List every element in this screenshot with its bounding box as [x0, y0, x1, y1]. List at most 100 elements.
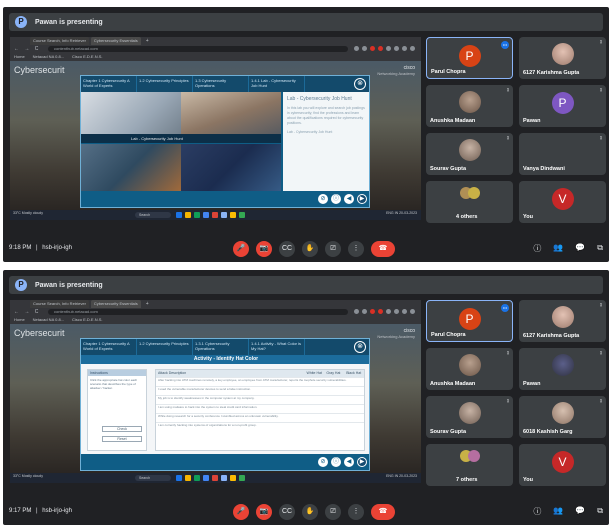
leave-call-icon[interactable]: ☎: [371, 504, 395, 520]
activities-icon[interactable]: ⧉: [597, 243, 603, 254]
participant-tile[interactable]: P ••• Parul Chopra: [426, 300, 513, 342]
accessibility-icon[interactable]: ⊘: [318, 457, 328, 467]
taskbar-search[interactable]: Search: [135, 475, 171, 481]
bookmark-item[interactable]: Netacad NA 0.8...: [33, 317, 64, 323]
table-row[interactable]: I used the vulnerable manufacturer devic…: [156, 386, 364, 395]
present-icon[interactable]: ⎚: [325, 241, 341, 257]
mic-off-icon[interactable]: 🎤: [233, 241, 249, 257]
participant-tile[interactable]: ᵡ Sourav Gupta: [426, 133, 513, 175]
bookmark-item[interactable]: Cisco E.D.E.N.S.: [72, 54, 102, 60]
chapter-nav-item[interactable]: 1.2 Cybersecurity Principles: [137, 76, 193, 92]
chat-icon[interactable]: 💬: [575, 506, 585, 517]
taskbar-app-icons[interactable]: [176, 212, 245, 218]
captions-icon[interactable]: CC: [279, 504, 295, 520]
chapter-nav-item[interactable]: 1.4.1 Activity - What Color is My Hat?: [249, 339, 305, 355]
bookmark-item[interactable]: Home: [14, 317, 25, 323]
browser-tab[interactable]: Course Search, Info Retriever: [30, 37, 89, 45]
participant-tile[interactable]: ᵡ Pawan: [519, 348, 606, 390]
leave-call-icon[interactable]: ☎: [371, 241, 395, 257]
camera-off-icon[interactable]: 📷: [256, 504, 272, 520]
self-tile[interactable]: V You: [519, 181, 606, 223]
more-options-icon[interactable]: ⋮: [348, 241, 364, 257]
participant-tile[interactable]: ᵡ 6127 Karishma Gupta: [519, 300, 606, 342]
prev-icon[interactable]: ◀: [344, 194, 354, 204]
table-row[interactable]: While doing research for a security conf…: [156, 413, 364, 422]
close-icon[interactable]: ⊗: [354, 78, 366, 90]
taskbar-app-icons[interactable]: [176, 475, 245, 481]
captions-icon[interactable]: CC: [279, 241, 295, 257]
participant-tile[interactable]: P ••• Parul Chopra: [426, 37, 513, 79]
others-tile[interactable]: 7 others: [426, 444, 513, 486]
participant-tile[interactable]: ᵡ 6018 Kashish Garg: [519, 396, 606, 438]
browser-nav-icons[interactable]: ← → C: [14, 46, 40, 52]
instructions-panel: Instructions Click the appropriate hat c…: [87, 369, 147, 451]
browser-tab[interactable]: Course Search, Info Retriever: [30, 300, 89, 308]
extension-icons[interactable]: [354, 309, 415, 314]
table-row[interactable]: After hacking into ATM machines remotely…: [156, 377, 364, 386]
shared-screen: Course Search, Info Retriever Cybersecur…: [10, 37, 421, 220]
accessibility-icon[interactable]: ⊘: [318, 194, 328, 204]
chapter-nav-item[interactable]: 1.3.1 Cybersecurity Operations: [193, 339, 249, 355]
raise-hand-icon[interactable]: ✋: [302, 241, 318, 257]
more-options-icon[interactable]: ⋮: [348, 504, 364, 520]
info-icon[interactable]: ⓘ: [331, 194, 341, 204]
table-row[interactable]: I am currently hacking into systems of o…: [156, 422, 364, 431]
participant-tile[interactable]: ᵡ Anushka Madaan: [426, 85, 513, 127]
next-icon[interactable]: ▶: [357, 457, 367, 467]
participant-tile[interactable]: ᵡ Sourav Gupta: [426, 396, 513, 438]
address-bar[interactable]: contenthub.netacad.com: [48, 46, 348, 52]
next-icon[interactable]: ▶: [357, 194, 367, 204]
mic-off-icon: ᵡ: [506, 136, 509, 142]
browser-tab-active[interactable]: Cybersecurity Essentials: [90, 300, 141, 308]
reset-button[interactable]: Reset: [102, 436, 142, 442]
people-icon[interactable]: 👥: [553, 243, 563, 254]
bookmark-item[interactable]: Cisco E.D.E.N.S.: [72, 317, 102, 323]
activities-icon[interactable]: ⧉: [597, 506, 603, 517]
chapter-nav-item[interactable]: Chapter 1 Cybersecurity A World of Exper…: [81, 339, 137, 355]
new-tab-button[interactable]: +: [143, 300, 149, 308]
bookmarks-bar: Home Netacad NA 0.8... Cisco E.D.E.N.S.: [14, 54, 102, 60]
presenting-banner: P Pawan is presenting: [9, 276, 603, 294]
raise-hand-icon[interactable]: ✋: [302, 504, 318, 520]
new-tab-button[interactable]: +: [143, 37, 149, 45]
weather-widget[interactable]: 33°C Mostly cloudy: [13, 211, 43, 215]
chapter-nav-item[interactable]: 1.3 Cybersecurity Operations: [193, 76, 249, 92]
bookmark-item[interactable]: Home: [14, 54, 25, 60]
system-tray[interactable]: ENG IN 20-03-2023: [386, 211, 417, 215]
camera-off-icon[interactable]: 📷: [256, 241, 272, 257]
address-bar[interactable]: contenthub.netacad.com: [48, 309, 348, 315]
extension-icons[interactable]: [354, 46, 415, 51]
system-tray[interactable]: ENG IN 20-03-2023: [386, 474, 417, 478]
table-row[interactable]: My job is to identify weaknesses in the …: [156, 395, 364, 404]
participant-tile[interactable]: ᵡ Vanya Dindwani: [519, 133, 606, 175]
mic-off-icon[interactable]: 🎤: [233, 504, 249, 520]
participant-name: Parul Chopra: [431, 332, 466, 338]
prev-icon[interactable]: ◀: [344, 457, 354, 467]
weather-widget[interactable]: 33°C Mostly cloudy: [13, 474, 43, 478]
close-icon[interactable]: ⊗: [354, 341, 366, 353]
participant-tile[interactable]: ᵡ 6127 Karishma Gupta: [519, 37, 606, 79]
chapter-nav: Chapter 1 Cybersecurity A World of Exper…: [81, 76, 369, 92]
chat-icon[interactable]: 💬: [575, 243, 585, 254]
bookmark-item[interactable]: Netacad NA 0.8...: [33, 54, 64, 60]
people-icon[interactable]: 👥: [553, 506, 563, 517]
browser-nav-icons[interactable]: ← → C: [14, 309, 40, 315]
lab-link[interactable]: Lab - Cybersecurity Job Hunt: [287, 130, 367, 135]
chapter-nav-item[interactable]: Chapter 1 Cybersecurity A World of Exper…: [81, 76, 137, 92]
present-icon[interactable]: ⎚: [325, 504, 341, 520]
info-icon[interactable]: ⓘ: [331, 457, 341, 467]
meet-window-2: P Pawan is presenting Course Search, Inf…: [3, 270, 609, 525]
table-row[interactable]: I am using malware to hack into the syst…: [156, 404, 364, 413]
browser-tab-active[interactable]: Cybersecurity Essentials: [90, 37, 141, 45]
self-tile[interactable]: V You: [519, 444, 606, 486]
meeting-details-icon[interactable]: ⓘ: [533, 243, 541, 254]
participant-tile[interactable]: P ᵡ Pawan: [519, 85, 606, 127]
check-button[interactable]: Check: [102, 426, 142, 432]
chapter-nav-item[interactable]: 1.2 Cybersecurity Principles: [137, 339, 193, 355]
chapter-nav-item[interactable]: 1.4.1 Lab - Cybersecurity Job Hunt: [249, 76, 305, 92]
avatar: P: [458, 45, 481, 67]
others-tile[interactable]: 4 others: [426, 181, 513, 223]
meeting-details-icon[interactable]: ⓘ: [533, 506, 541, 517]
taskbar-search[interactable]: Search: [135, 212, 171, 218]
participant-tile[interactable]: ᵡ Anushka Madaan: [426, 348, 513, 390]
